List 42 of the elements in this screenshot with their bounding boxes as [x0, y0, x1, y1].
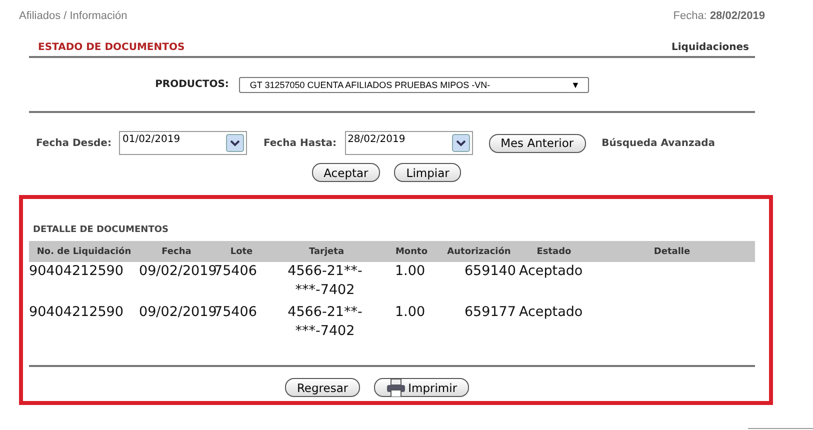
table-cell: 09/02/2019 [139, 303, 214, 322]
advanced-search-link[interactable]: Búsqueda Avanzada [602, 138, 716, 148]
table-cell-text: 75406 [214, 303, 258, 322]
current-date: Fecha: 28/02/2019 [673, 10, 765, 22]
table-cell-text: 1.00 [394, 262, 426, 281]
table-cell-text: 1.00 [394, 303, 426, 322]
table-cell-text: 90404212590 [29, 262, 124, 281]
back-button[interactable]: Regresar [284, 378, 360, 397]
products-select[interactable]: GT 31257050 CUENTA AFILIADOS PRUEBAS MIPOS -VN- ▼ [238, 76, 589, 92]
column-header: Estado [536, 246, 572, 256]
table-cell-text: 90404212590 [29, 303, 124, 322]
dropdown-icon[interactable] [452, 134, 470, 152]
detail-title: DETALLE DE DOCUMENTOS [32, 225, 170, 235]
previous-month-button[interactable]: Mes Anterior [488, 134, 586, 152]
from-label: Fecha Desde: [36, 138, 112, 148]
table-cell-text: Aceptado [519, 262, 584, 281]
table-cell-text: 4566-21**-***-7402 [286, 262, 364, 300]
breadcrumb: Afiliados / Información [19, 10, 128, 22]
table-cell-text: 659140 [463, 262, 517, 281]
section-title: ESTADO DE DOCUMENTOS [38, 42, 185, 53]
column-header: Monto [394, 246, 429, 256]
column-header: Fecha [160, 246, 192, 256]
column-header: Lote [229, 246, 254, 256]
column-header: Tarjeta [308, 246, 346, 256]
action-button[interactable]: Limpiar [394, 163, 462, 182]
table-cell-text: Aceptado [519, 303, 584, 322]
to-date-field[interactable]: 28/02/2019 [344, 131, 473, 155]
from-date-field[interactable]: 01/02/2019 [119, 131, 248, 155]
column-header: Detalle [652, 246, 692, 256]
table-cell: 09/02/2019 [139, 262, 214, 281]
table-cell-text: 659177 [463, 303, 517, 322]
action-button[interactable]: Aceptar [312, 163, 380, 182]
table-cell-text: 4566-21**-***-7402 [286, 303, 364, 341]
to-label: Fecha Hasta: [263, 138, 337, 148]
column-header: No. de Liquidación [36, 246, 132, 256]
print-button[interactable]: Imprimir [374, 378, 470, 397]
dropdown-icon[interactable] [226, 134, 244, 152]
products-label: PRODUCTOS: [155, 79, 229, 90]
printer-icon [386, 378, 406, 396]
table-cell-text: 75406 [214, 262, 258, 281]
column-header: Autorización [446, 246, 512, 256]
liquidaciones-link[interactable]: Liquidaciones [672, 42, 749, 53]
